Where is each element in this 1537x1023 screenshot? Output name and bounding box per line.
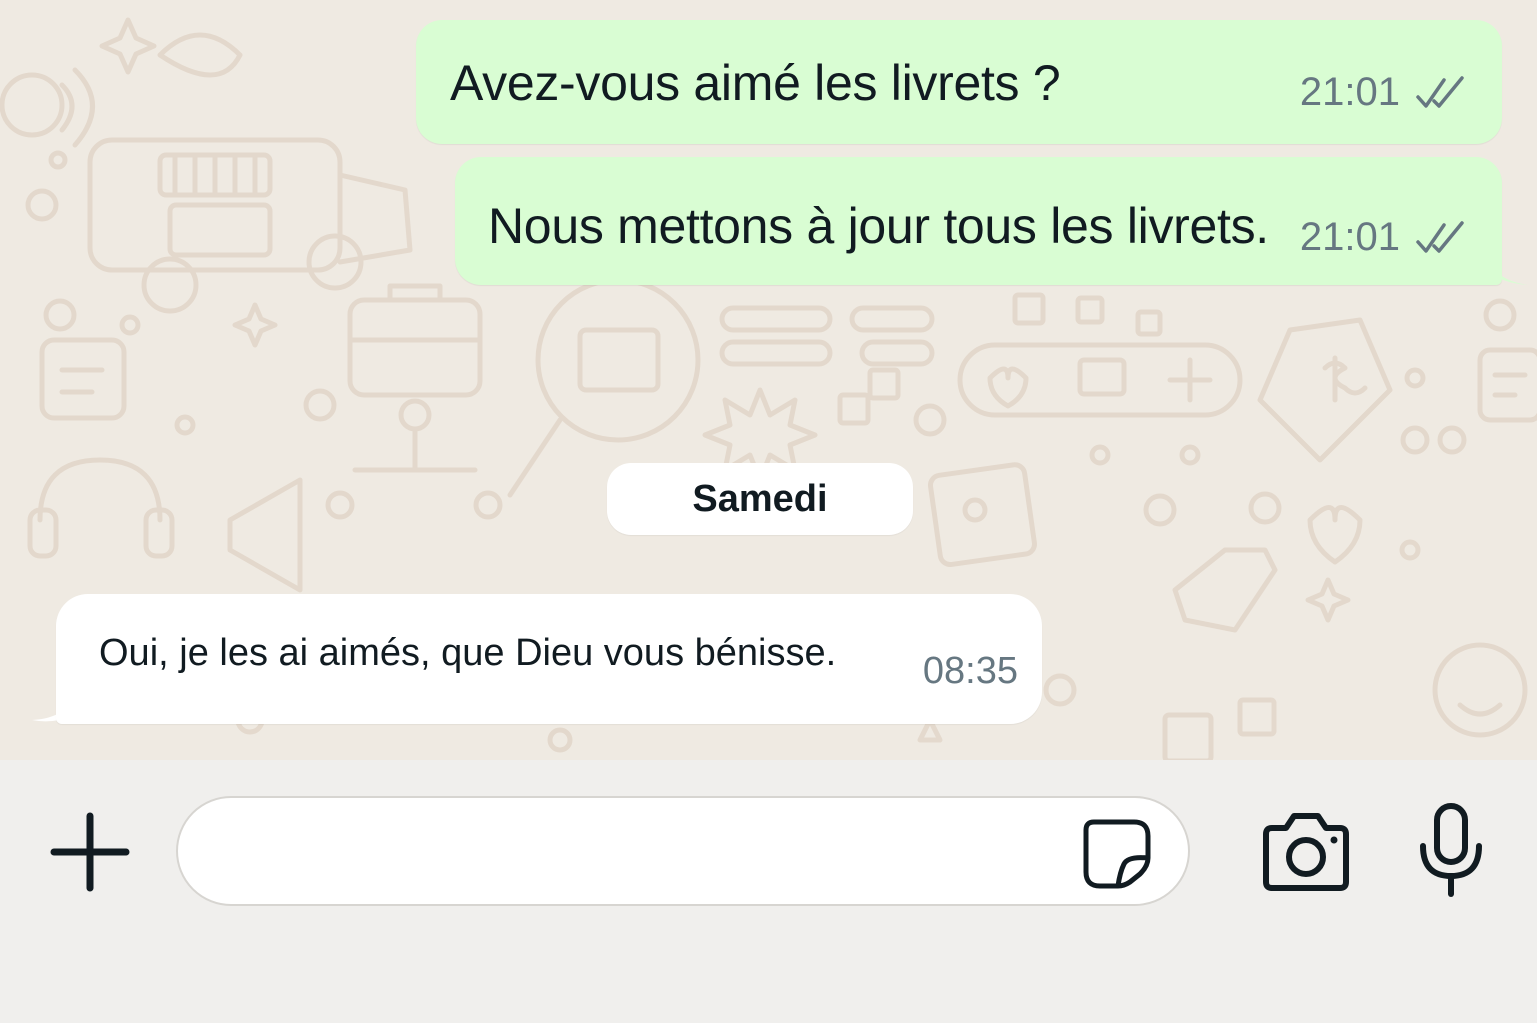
incoming-message[interactable]: Oui, je les ai aimés, que Dieu vous béni… (56, 594, 1042, 724)
outgoing-message[interactable]: Nous mettons à jour tous les livrets. 21… (455, 157, 1502, 285)
message-input[interactable] (218, 823, 1058, 879)
message-time: 08:35 (922, 650, 1018, 692)
outgoing-message[interactable]: Avez-vous aimé les livrets ? 21:01 (416, 20, 1502, 144)
date-separator: Samedi (607, 463, 913, 535)
bubble-tail (1490, 258, 1528, 285)
microphone-icon[interactable] (1416, 802, 1486, 898)
message-meta: 21:01 (1300, 70, 1470, 115)
message-text: Avez-vous aimé les livrets ? (450, 55, 1061, 111)
double-check-icon (1416, 220, 1464, 253)
message-text: Oui, je les ai aimés, que Dieu vous béni… (99, 632, 837, 674)
double-check-icon (1416, 75, 1464, 108)
sticker-icon[interactable] (1080, 816, 1154, 890)
camera-icon[interactable] (1258, 812, 1354, 892)
plus-icon[interactable] (48, 810, 132, 894)
message-meta: 21:01 (1300, 215, 1470, 260)
message-text: Nous mettons à jour tous les livrets. (488, 198, 1269, 254)
chat-area[interactable]: Avez-vous aimé les livrets ? 21:01 Nous … (0, 0, 1537, 760)
message-input-container[interactable] (176, 796, 1190, 906)
message-time: 21:01 (1299, 70, 1400, 114)
message-time: 21:01 (1299, 215, 1400, 259)
